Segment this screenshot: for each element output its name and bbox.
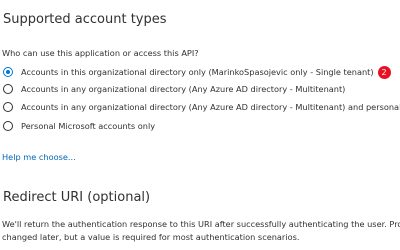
help-me-choose-link[interactable]: Help me choose... (2, 152, 76, 162)
radio-button[interactable] (3, 84, 13, 94)
account-types-question: Who can use this application or access t… (2, 48, 199, 58)
radio-button-checked[interactable] (3, 67, 13, 77)
radio-button[interactable] (3, 121, 13, 131)
radio-option-personal-only[interactable]: Personal Microsoft accounts only (3, 118, 155, 134)
radio-label-single-tenant: Accounts in this organizational director… (21, 67, 374, 77)
radio-label-multitenant-personal: Accounts in any organizational directory… (21, 102, 400, 112)
radio-option-multitenant[interactable]: Accounts in any organizational directory… (3, 81, 345, 97)
radio-option-single-tenant[interactable]: Accounts in this organizational director… (3, 64, 391, 80)
supported-account-types-heading: Supported account types (3, 12, 167, 27)
redirect-uri-description: We'll return the authentication response… (2, 218, 400, 244)
radio-button[interactable] (3, 102, 13, 112)
redirect-uri-description-line-2: changed later, but a value is required f… (2, 232, 300, 242)
redirect-uri-heading: Redirect URI (optional) (3, 190, 151, 205)
radio-label-multitenant: Accounts in any organizational directory… (21, 84, 346, 94)
app-registration-page: Supported account types Who can use this… (0, 0, 400, 250)
radio-option-multitenant-personal[interactable]: Accounts in any organizational directory… (3, 99, 400, 115)
radio-label-personal-only: Personal Microsoft accounts only (21, 121, 156, 131)
redirect-uri-description-line-1: We'll return the authentication response… (2, 219, 400, 229)
step-number-badge: 2 (377, 65, 391, 79)
